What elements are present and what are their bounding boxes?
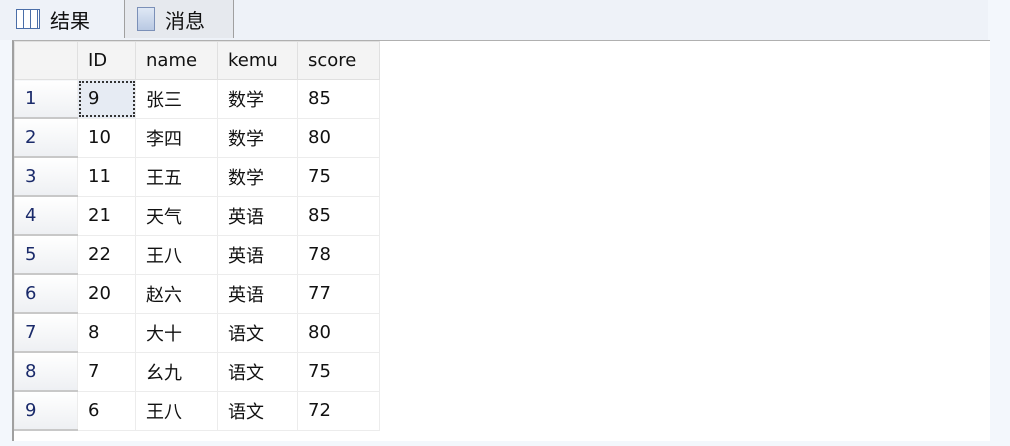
cell-kemu[interactable]: 英语 (217, 234, 298, 275)
tab-results[interactable]: 结果 (4, 0, 120, 38)
row-number[interactable]: 5 (14, 234, 78, 275)
column-header-name[interactable]: name (135, 41, 218, 80)
column-header-kemu[interactable]: kemu (217, 41, 298, 80)
tab-label: 结果 (50, 8, 90, 33)
cell-score[interactable]: 77 (297, 273, 380, 314)
table-row[interactable]: 8 7 幺九 语文 75 (14, 351, 380, 392)
cell-name[interactable]: 王五 (135, 156, 218, 197)
cell-score[interactable]: 80 (297, 312, 380, 353)
row-number[interactable]: 2 (14, 117, 78, 158)
column-header-id[interactable]: ID (77, 41, 136, 80)
cell-score[interactable]: 75 (297, 156, 380, 197)
table-row[interactable]: 4 21 天气 英语 85 (14, 195, 380, 236)
cell-id[interactable]: 6 (77, 390, 136, 431)
table-row[interactable]: 5 22 王八 英语 78 (14, 234, 380, 275)
table-row[interactable]: 1 9 张三 数学 85 (14, 79, 380, 119)
cell-kemu[interactable]: 英语 (217, 273, 298, 314)
cell-name[interactable]: 王八 (135, 390, 218, 431)
cell-score[interactable]: 78 (297, 234, 380, 275)
cell-kemu[interactable]: 语文 (217, 312, 298, 353)
row-number[interactable]: 9 (14, 390, 78, 431)
cell-id[interactable]: 9 (77, 79, 136, 119)
cell-id[interactable]: 21 (77, 195, 136, 236)
cell-kemu[interactable]: 英语 (217, 195, 298, 236)
row-number[interactable]: 4 (14, 195, 78, 236)
cell-score[interactable]: 75 (297, 351, 380, 392)
cell-id[interactable]: 22 (77, 234, 136, 275)
table-row[interactable]: 6 20 赵六 英语 77 (14, 273, 380, 314)
cell-kemu[interactable]: 语文 (217, 351, 298, 392)
results-grid: ID name kemu score 1 9 张三 数学 85 2 10 李四 数学 80 3 11 王… (12, 40, 990, 441)
cell-score[interactable]: 85 (297, 195, 380, 236)
cell-name[interactable]: 张三 (135, 79, 218, 119)
table-row[interactable]: 9 6 王八 语文 72 (14, 390, 380, 431)
tab-bar: 结果 消息 (0, 0, 988, 40)
cell-kemu[interactable]: 数学 (217, 117, 298, 158)
cell-score[interactable]: 80 (297, 117, 380, 158)
row-number[interactable]: 3 (14, 156, 78, 197)
messages-icon (137, 7, 155, 31)
cell-name[interactable]: 天气 (135, 195, 218, 236)
cell-name[interactable]: 王八 (135, 234, 218, 275)
cell-name[interactable]: 大十 (135, 312, 218, 353)
cell-id[interactable]: 11 (77, 156, 136, 197)
cell-id[interactable]: 8 (77, 312, 136, 353)
cell-id[interactable]: 10 (77, 117, 136, 158)
grid-icon (16, 9, 40, 29)
cell-name[interactable]: 李四 (135, 117, 218, 158)
cell-id[interactable]: 7 (77, 351, 136, 392)
row-number-header[interactable] (14, 41, 78, 80)
header-row: ID name kemu score (14, 41, 380, 80)
cell-id[interactable]: 20 (77, 273, 136, 314)
row-number[interactable]: 1 (14, 79, 78, 119)
table-row[interactable]: 3 11 王五 数学 75 (14, 156, 380, 197)
row-number[interactable]: 7 (14, 312, 78, 353)
table-row[interactable]: 7 8 大十 语文 80 (14, 312, 380, 353)
cell-score[interactable]: 85 (297, 79, 380, 119)
cell-kemu[interactable]: 数学 (217, 156, 298, 197)
table-row[interactable]: 2 10 李四 数学 80 (14, 117, 380, 158)
row-number[interactable]: 6 (14, 273, 78, 314)
cell-name[interactable]: 赵六 (135, 273, 218, 314)
cell-name[interactable]: 幺九 (135, 351, 218, 392)
cell-score[interactable]: 72 (297, 390, 380, 431)
row-number[interactable]: 8 (14, 351, 78, 392)
cell-kemu[interactable]: 语文 (217, 390, 298, 431)
tab-label: 消息 (165, 8, 205, 33)
column-header-score[interactable]: score (297, 41, 380, 80)
cell-kemu[interactable]: 数学 (217, 79, 298, 119)
tab-messages[interactable]: 消息 (124, 0, 234, 38)
